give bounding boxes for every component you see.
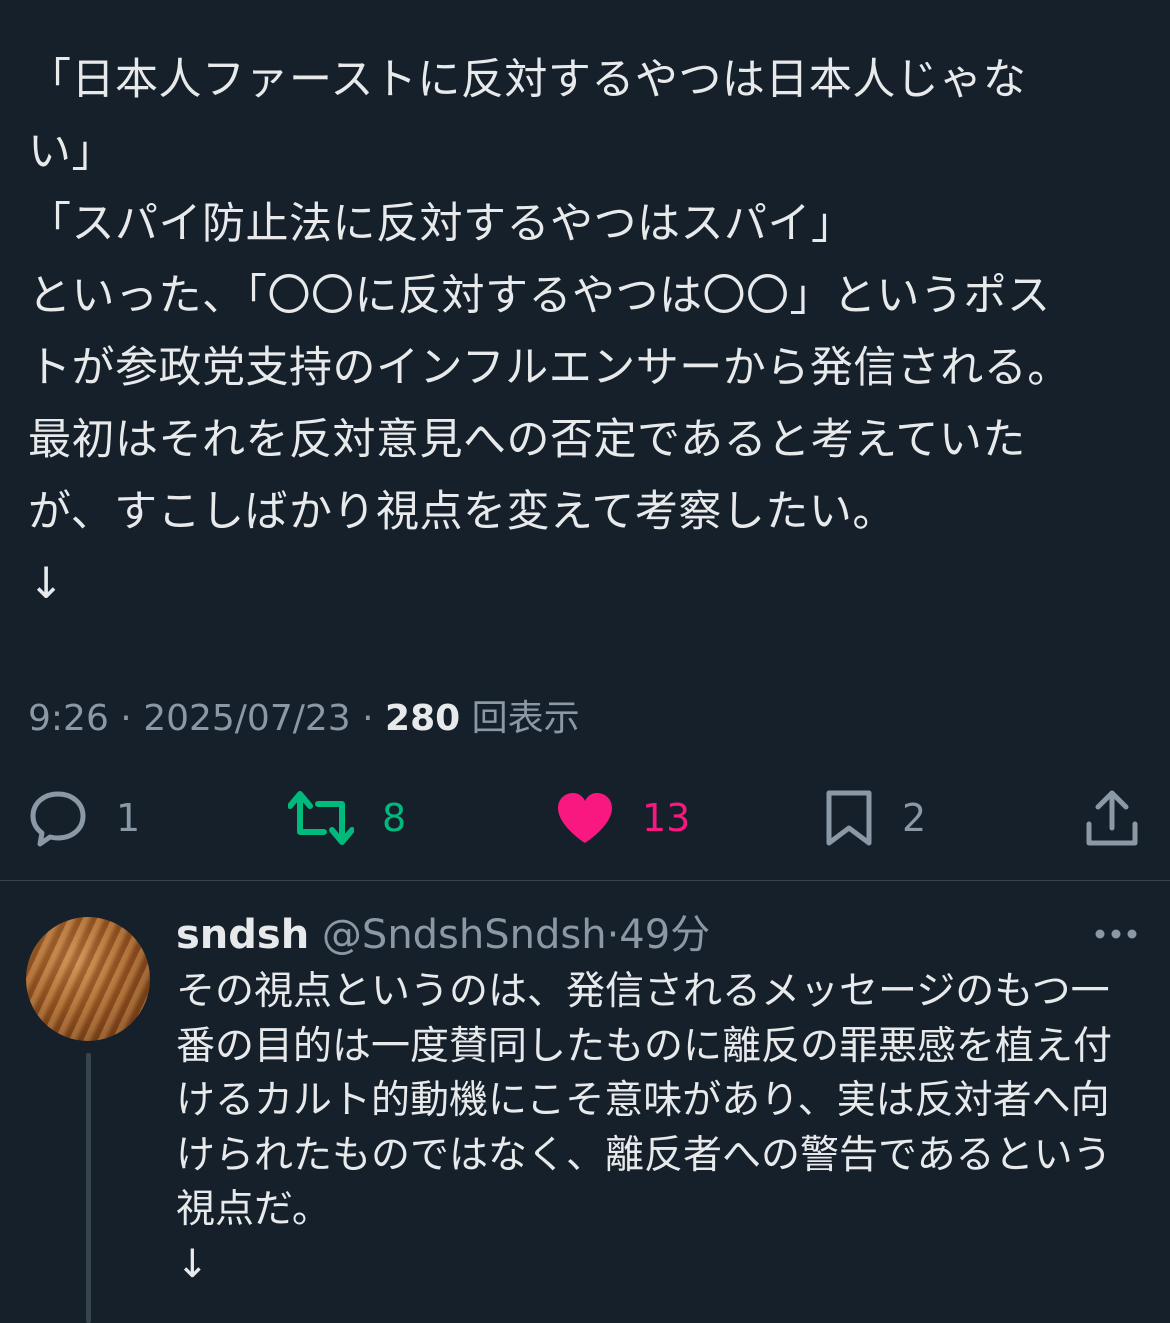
post-text-line: 最初はそれを反対意見への否定であると考えていた bbox=[28, 415, 1026, 465]
more-icon bbox=[1095, 929, 1137, 939]
meta-separator: · bbox=[606, 912, 620, 958]
more-options-button[interactable] bbox=[1094, 925, 1138, 944]
heart-icon bbox=[558, 793, 612, 843]
reply-author-handle[interactable]: @SndshSndsh bbox=[322, 912, 607, 958]
repost-count: 8 bbox=[382, 796, 407, 840]
post-text-line: が、すこしばかり視点を変えて考察したい。 bbox=[28, 487, 896, 537]
post-time[interactable]: 9:26 bbox=[28, 698, 109, 739]
like-button[interactable]: 13 bbox=[556, 782, 690, 854]
reply-post[interactable]: sndsh @SndshSndsh·49分 その視点というのは、発信されるメッセ… bbox=[0, 881, 1170, 1323]
thread-line bbox=[86, 1053, 91, 1323]
reply-text-line: けられたものではなく、離反者への警告であるという bbox=[176, 1132, 1112, 1178]
repost-icon bbox=[288, 791, 354, 845]
post-text-line: 「日本人ファーストに反対するやつは日本人じゃな bbox=[28, 55, 1027, 105]
avatar[interactable] bbox=[26, 917, 150, 1041]
post-date[interactable]: 2025/07/23 bbox=[143, 698, 351, 739]
continuation-arrow: ↓ bbox=[176, 1241, 209, 1287]
continuation-arrow: ↓ bbox=[28, 559, 65, 609]
post-text-line: といった、「〇〇に反対するやつは〇〇」というポス bbox=[28, 271, 1051, 321]
meta-separator: · bbox=[350, 698, 386, 739]
main-post: 「日本人ファーストに反対するやつは日本人じゃな い」 「スパイ防止法に反対するや… bbox=[0, 0, 1170, 880]
post-text-line: 「スパイ防止法に反対するやつはスパイ」 bbox=[28, 199, 855, 249]
reply-text-line: その視点というのは、発信されるメッセージのもつ一 bbox=[176, 969, 1110, 1014]
post-text: 「日本人ファーストに反対するやつは日本人じゃな い」 「スパイ防止法に反対するや… bbox=[28, 44, 1118, 620]
reply-header: sndsh @SndshSndsh·49分 bbox=[176, 909, 710, 961]
share-icon bbox=[1086, 790, 1138, 846]
reply-author-name[interactable]: sndsh bbox=[176, 912, 309, 958]
bookmark-icon bbox=[826, 790, 872, 846]
meta-separator: · bbox=[108, 698, 144, 739]
share-button[interactable] bbox=[1084, 782, 1140, 854]
reply-icon bbox=[30, 791, 86, 847]
reply-button[interactable]: 1 bbox=[28, 782, 140, 854]
reply-time[interactable]: 49分 bbox=[619, 912, 710, 958]
reply-text-line: けるカルト的動機にこそ意味があり、実は反対者へ向 bbox=[176, 1078, 1110, 1123]
views-label: 回表示 bbox=[471, 698, 580, 739]
reply-text: その視点というのは、発信されるメッセージのもつ一 番の目的は一度賛同したものに離… bbox=[176, 965, 1136, 1292]
reply-text-line: 視点だ。 bbox=[176, 1187, 331, 1232]
post-text-line: い」 bbox=[28, 127, 115, 177]
bookmark-count: 2 bbox=[902, 796, 927, 840]
reply-count: 1 bbox=[116, 796, 141, 840]
views-count[interactable]: 280 bbox=[385, 698, 460, 739]
like-count: 13 bbox=[642, 796, 691, 840]
action-bar: 1 8 13 2 bbox=[0, 782, 1170, 854]
reply-text-line: 番の目的は一度賛同したものに離反の罪悪感を植え付 bbox=[176, 1023, 1113, 1069]
post-meta: 9:26 · 2025/07/23 · 280 回表示 bbox=[28, 694, 580, 744]
bookmark-button[interactable]: 2 bbox=[824, 782, 926, 854]
repost-button[interactable]: 8 bbox=[288, 782, 406, 854]
post-text-line: トが参政党支持のインフルエンサーから発信される。 bbox=[28, 343, 1071, 393]
